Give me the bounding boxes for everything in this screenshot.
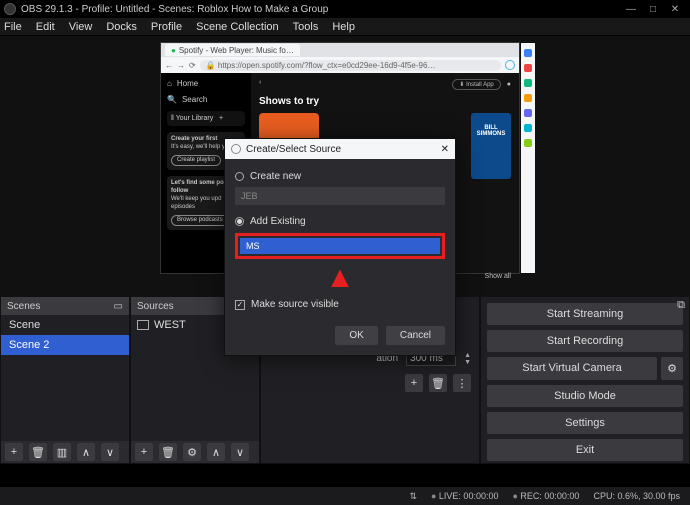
edge-icon[interactable] bbox=[505, 60, 515, 70]
edge-tool-5-icon[interactable] bbox=[524, 109, 532, 117]
edge-tool-7-icon[interactable] bbox=[524, 139, 532, 147]
minimize-button[interactable]: — bbox=[620, 4, 642, 15]
cancel-button[interactable]: Cancel bbox=[386, 326, 445, 345]
sources-title: Sources bbox=[137, 301, 174, 312]
controls-panel: ⧉ Start Streaming Start Recording Start … bbox=[480, 296, 690, 464]
user-avatar-icon[interactable]: ● bbox=[507, 81, 511, 88]
app-icon bbox=[4, 3, 16, 15]
nav-library[interactable]: ‖ Your Library + bbox=[167, 111, 245, 126]
browser-tab[interactable]: ●Spotify - Web Player: Music fo… bbox=[165, 44, 300, 56]
ok-button[interactable]: OK bbox=[335, 326, 377, 345]
nav-back-icon[interactable]: ← bbox=[165, 61, 173, 70]
source-remove-button[interactable]: 🗑 bbox=[159, 443, 177, 461]
make-visible-checkbox[interactable]: ✓Make source visible bbox=[235, 299, 445, 310]
duration-spinner[interactable]: ▲▼ bbox=[464, 352, 471, 366]
scenes-title: Scenes bbox=[7, 301, 40, 312]
source-up-button[interactable]: ∧ bbox=[207, 443, 225, 461]
edge-tool-6-icon[interactable] bbox=[524, 124, 532, 132]
window-titlebar: OBS 29.1.3 - Profile: Untitled - Scenes:… bbox=[0, 0, 690, 18]
edge-sidebar bbox=[521, 43, 535, 273]
scene-add-button[interactable]: + bbox=[5, 443, 23, 461]
scene-item[interactable]: Scene bbox=[1, 315, 129, 335]
scene-remove-button[interactable]: 🗑 bbox=[29, 443, 47, 461]
scene-up-button[interactable]: ∧ bbox=[77, 443, 95, 461]
start-streaming-button[interactable]: Start Streaming bbox=[487, 303, 683, 325]
source-type-icon bbox=[137, 320, 149, 330]
transition-props-button[interactable]: ⋮ bbox=[453, 374, 471, 392]
edge-tool-1-icon[interactable] bbox=[524, 49, 532, 57]
nav-fwd-icon[interactable]: → bbox=[177, 61, 185, 70]
dialog-title: Create/Select Source bbox=[246, 144, 341, 155]
url-field[interactable]: 🔒 https://open.spotify.com/?flow_ctx=e0c… bbox=[200, 60, 501, 71]
source-down-button[interactable]: ∨ bbox=[231, 443, 249, 461]
create-select-source-dialog: Create/Select Source ✕ Create new Add Ex… bbox=[224, 138, 456, 356]
exit-button[interactable]: Exit bbox=[487, 439, 683, 461]
menu-tools[interactable]: Tools bbox=[293, 21, 319, 33]
dialog-icon bbox=[231, 144, 241, 154]
menu-help[interactable]: Help bbox=[332, 21, 355, 33]
menu-docks[interactable]: Docks bbox=[106, 21, 137, 33]
browser-tabstrip: ●Spotify - Web Player: Music fo… bbox=[161, 43, 519, 57]
maximize-button[interactable]: □ bbox=[642, 4, 664, 15]
status-cpu: CPU: 0.6%, 30.00 fps bbox=[593, 491, 680, 501]
create-new-radio[interactable]: Create new bbox=[235, 171, 445, 182]
nav-reload-icon[interactable]: ⟳ bbox=[189, 61, 196, 70]
existing-source-item[interactable]: MS bbox=[240, 238, 440, 254]
menu-bar: File Edit View Docks Profile Scene Colle… bbox=[0, 18, 690, 36]
studio-mode-button[interactable]: Studio Mode bbox=[487, 385, 683, 407]
existing-highlight: MS bbox=[235, 233, 445, 259]
scenes-panel: Scenes ▭ Scene Scene 2 + 🗑 ▥ ∧ ∨ bbox=[0, 296, 130, 464]
add-existing-radio[interactable]: Add Existing bbox=[235, 216, 445, 227]
annotation-arrow-icon: ▲ bbox=[235, 263, 445, 293]
back-icon[interactable]: ‹ bbox=[259, 79, 261, 90]
nav-home[interactable]: ⌂ Home bbox=[167, 79, 245, 88]
settings-button[interactable]: Settings bbox=[487, 412, 683, 434]
network-icon: ⇅ bbox=[409, 491, 417, 502]
browse-podcasts-button[interactable]: Browse podcasts bbox=[171, 215, 229, 227]
controls-dock-icon[interactable]: ⧉ bbox=[677, 299, 685, 312]
browser-urlbar: ← → ⟳ 🔒 https://open.spotify.com/?flow_c… bbox=[161, 57, 519, 73]
scene-filter-button[interactable]: ▥ bbox=[53, 443, 71, 461]
scene-item-selected[interactable]: Scene 2 bbox=[1, 335, 129, 355]
edge-tool-2-icon[interactable] bbox=[524, 64, 532, 72]
nav-search[interactable]: 🔍 Search bbox=[167, 95, 245, 104]
create-playlist-button[interactable]: Create playlist bbox=[171, 155, 221, 167]
dialog-close-button[interactable]: ✕ bbox=[441, 144, 449, 155]
start-virtual-camera-button[interactable]: Start Virtual Camera bbox=[487, 357, 657, 380]
section-heading: Shows to try bbox=[259, 96, 511, 107]
status-live: ● LIVE: 00:00:00 bbox=[431, 491, 498, 501]
scenes-popout-icon[interactable]: ▭ bbox=[114, 301, 123, 312]
start-recording-button[interactable]: Start Recording bbox=[487, 330, 683, 352]
source-name-input[interactable] bbox=[235, 187, 445, 205]
podcast-card-bill-simmons[interactable]: BILL SIMMONS bbox=[471, 113, 511, 179]
edge-tool-4-icon[interactable] bbox=[524, 94, 532, 102]
window-title: OBS 29.1.3 - Profile: Untitled - Scenes:… bbox=[21, 4, 328, 15]
transition-add-button[interactable]: + bbox=[405, 374, 423, 392]
edge-tool-3-icon[interactable] bbox=[524, 79, 532, 87]
menu-file[interactable]: File bbox=[4, 21, 22, 33]
show-all-link[interactable]: Show all bbox=[485, 273, 511, 280]
install-app-button[interactable]: ⬇ Install App bbox=[452, 79, 500, 90]
menu-view[interactable]: View bbox=[69, 21, 93, 33]
source-add-button[interactable]: + bbox=[135, 443, 153, 461]
menu-scene-collection[interactable]: Scene Collection bbox=[196, 21, 279, 33]
menu-profile[interactable]: Profile bbox=[151, 21, 182, 33]
transition-remove-button[interactable]: 🗑 bbox=[429, 374, 447, 392]
source-props-button[interactable]: ⚙ bbox=[183, 443, 201, 461]
status-bar: ⇅ ● LIVE: 00:00:00 ● REC: 00:00:00 CPU: … bbox=[0, 487, 690, 505]
close-button[interactable]: ✕ bbox=[664, 4, 686, 15]
scene-down-button[interactable]: ∨ bbox=[101, 443, 119, 461]
status-rec: ● REC: 00:00:00 bbox=[512, 491, 579, 501]
menu-edit[interactable]: Edit bbox=[36, 21, 55, 33]
virtual-camera-settings-button[interactable]: ⚙ bbox=[661, 357, 683, 380]
